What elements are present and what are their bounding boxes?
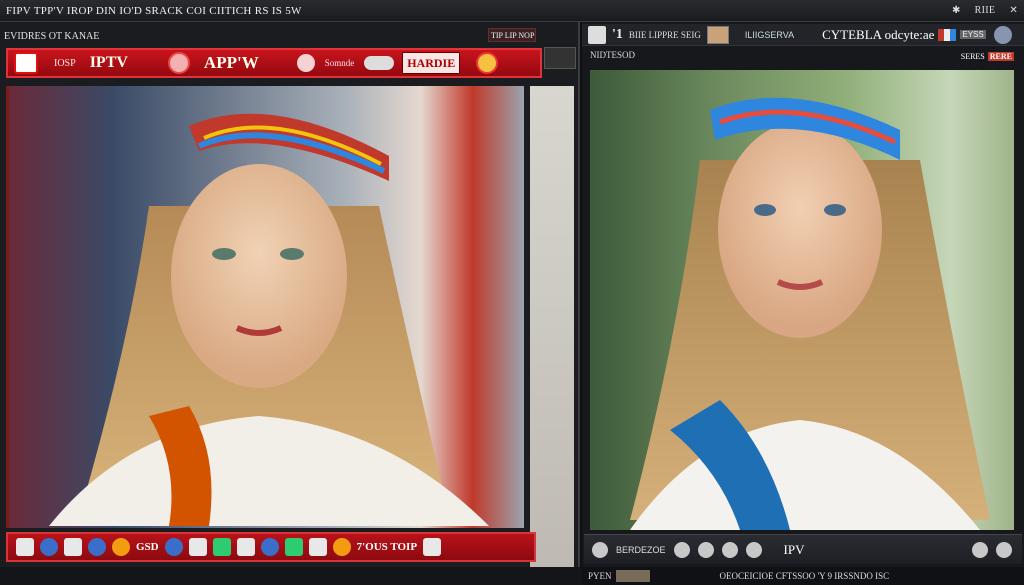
preview-image-left: [6, 86, 524, 528]
banner-box-label[interactable]: HARDIE: [402, 52, 461, 74]
banner-label: IOSP: [54, 57, 76, 69]
right-header-channel[interactable]: ILIIGSERVA: [745, 30, 794, 40]
menu-button[interactable]: RIIE: [975, 5, 996, 16]
right-subheader: NIDTESOD SERES RERE: [582, 50, 1024, 66]
network-icon[interactable]: [260, 538, 279, 556]
right-header-brand: CYTEBLA odcyte:ae: [822, 26, 935, 42]
globe-icon[interactable]: [40, 538, 58, 556]
app-icon[interactable]: [164, 538, 183, 556]
right-dock: BERDEZOE IPV: [584, 534, 1022, 564]
calendar-icon[interactable]: [423, 538, 442, 556]
toggle-icon[interactable]: [364, 56, 395, 70]
wifi-icon[interactable]: [745, 541, 762, 558]
left-panel-header: EVIDRES OT KANAE TIP LIP NOP: [0, 26, 580, 46]
footer-left: PYEN: [588, 571, 612, 581]
preview-side-strip: [530, 86, 574, 585]
moon-icon[interactable]: [697, 541, 714, 558]
right-panel-header: '1 BIIE LIPPRE SEIG ILIIGSERVA CYTEBLA o…: [582, 24, 1024, 46]
media-icon[interactable]: [112, 538, 130, 556]
star-icon[interactable]: ✱: [952, 5, 961, 16]
banner-sub: Somnde: [324, 58, 355, 68]
footer-thumb-icon[interactable]: [615, 570, 650, 582]
preview-image-right: [590, 70, 1014, 530]
thumbnail-icon[interactable]: [706, 25, 729, 44]
footer-text: OEOCEICIOE CFTSSOO 'Y 9 IRSSNDO ISC: [719, 571, 890, 581]
chart-icon[interactable]: [212, 538, 231, 556]
title-bar: FIPV TPP'V IROP DIN IO'D SRACK COI CIITI…: [0, 0, 1024, 22]
play-icon[interactable]: [284, 538, 303, 556]
window-icon[interactable]: [188, 538, 207, 556]
right-dock-label: BERDEZOE: [616, 544, 666, 555]
record-icon[interactable]: [476, 52, 499, 74]
link-icon[interactable]: [721, 541, 738, 558]
close-icon[interactable]: ✕: [1009, 5, 1018, 16]
app-icon[interactable]: [588, 25, 606, 44]
channel-number: '1: [612, 26, 623, 42]
tv-icon[interactable]: [236, 538, 255, 556]
banner-app-title: APP'W: [203, 53, 259, 72]
panel-toggle-button[interactable]: [544, 47, 576, 69]
gallery-icon[interactable]: [972, 541, 988, 558]
gear-icon[interactable]: [996, 541, 1012, 558]
right-sub-label: NIDTESOD: [590, 50, 635, 60]
window-title: FIPV TPP'V IROP DIN IO'D SRACK COI CIITI…: [6, 4, 302, 17]
dock-label-1: GSD: [136, 541, 159, 553]
doc-icon[interactable]: [64, 538, 82, 556]
pin-icon[interactable]: [673, 541, 690, 558]
avatar[interactable]: [993, 25, 1012, 44]
left-header-tab[interactable]: TIP LIP NOP: [488, 28, 536, 42]
mail-icon[interactable]: [308, 538, 327, 556]
back-icon[interactable]: [592, 541, 608, 558]
right-sub-badge[interactable]: RERE: [987, 52, 1014, 61]
flag-icon: [938, 28, 957, 41]
folder-icon[interactable]: [16, 538, 34, 556]
right-sub-right-label: SERES: [960, 52, 985, 61]
left-panel: EVIDRES OT KANAE TIP LIP NOP IOSP IPTV A…: [0, 22, 580, 585]
channel-icon[interactable]: [167, 52, 190, 74]
banner-brand: IPTV: [89, 54, 128, 71]
right-footer: PYEN OEOCEICIOE CFTSSOO 'Y 9 IRSSNDO ISC: [582, 567, 1024, 585]
right-sub-right: SERES RERE: [961, 52, 1014, 61]
iptv-app-banner: IOSP IPTV APP'W Somnde HARDIE: [6, 48, 542, 78]
dock-label-2: 7'OUS TOIP: [356, 541, 418, 553]
left-header-label: EVIDRES OT KANAE: [4, 30, 100, 42]
left-dock: GSD 7'OUS TOIP: [6, 532, 536, 562]
right-header-tag[interactable]: EYSS: [960, 30, 986, 39]
right-header-title: BIIE LIPPRE SEIG: [628, 29, 701, 40]
chrome-icon[interactable]: [88, 538, 106, 556]
record-icon[interactable]: [332, 538, 351, 556]
logo-icon[interactable]: [14, 52, 38, 74]
right-panel: '1 BIIE LIPPRE SEIG ILIIGSERVA CYTEBLA o…: [582, 22, 1024, 567]
settings-icon[interactable]: [296, 54, 315, 72]
left-footer: [0, 567, 582, 585]
right-dock-iptv[interactable]: IPV: [784, 542, 805, 558]
